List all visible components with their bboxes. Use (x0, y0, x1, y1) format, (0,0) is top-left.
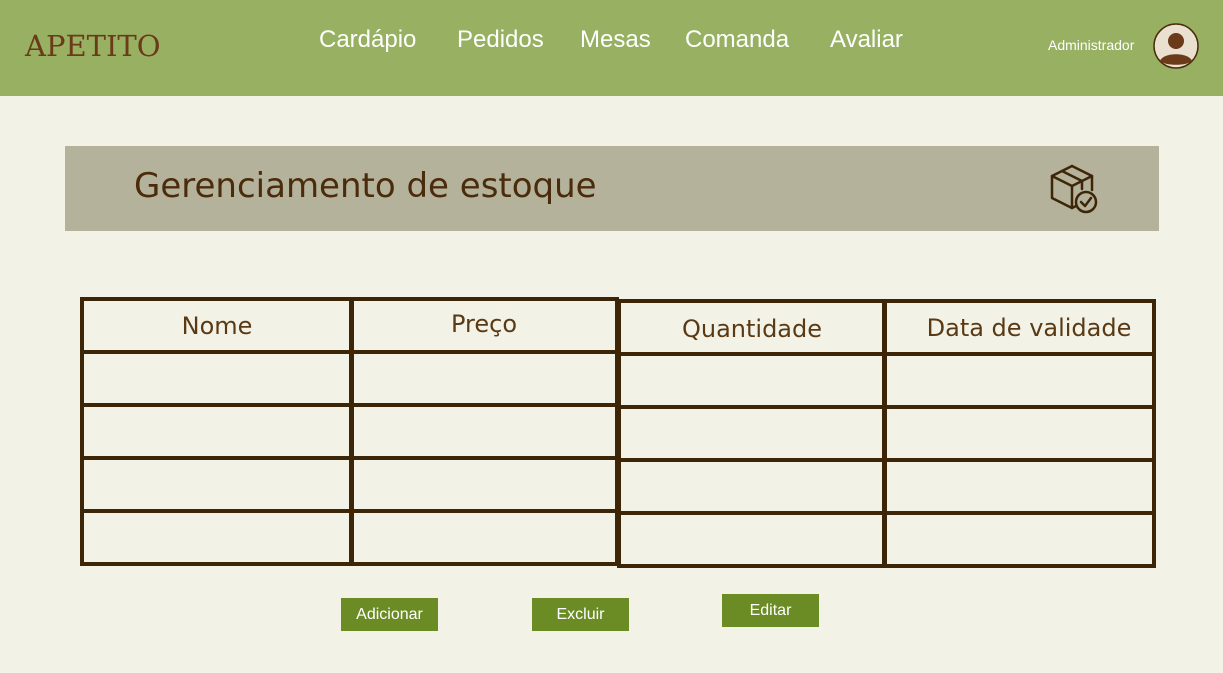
edit-button[interactable]: Editar (722, 594, 819, 627)
page-header-band: Gerenciamento de estoque (65, 146, 1159, 231)
user-role-label: Administrador (1048, 37, 1135, 53)
table-cell[interactable] (80, 456, 354, 513)
box-check-icon (1044, 160, 1100, 216)
table-cell[interactable] (349, 456, 619, 513)
table-cell[interactable] (882, 352, 1156, 409)
table-cell[interactable] (617, 458, 887, 515)
table-cell[interactable] (882, 405, 1156, 462)
nav-item-comanda[interactable]: Comanda (685, 25, 789, 55)
column-header-quantidade[interactable]: Quantidade (617, 299, 887, 356)
column-header-nome[interactable]: Nome (80, 297, 354, 354)
table-cell[interactable] (349, 509, 619, 566)
inventory-table: Nome Preço Quantidade Data de validade (80, 297, 1156, 568)
table-cell[interactable] (80, 509, 354, 566)
nav-item-cardapio[interactable]: Cardápio (319, 25, 416, 55)
table-cell[interactable] (80, 403, 354, 460)
add-button[interactable]: Adicionar (341, 598, 438, 631)
column-header-preco[interactable]: Preço (349, 297, 619, 354)
page-title: Gerenciamento de estoque (134, 166, 597, 206)
delete-button[interactable]: Excluir (532, 598, 629, 631)
column-header-data-validade[interactable]: Data de validade (882, 299, 1156, 356)
table-cell[interactable] (617, 405, 887, 462)
nav-item-pedidos[interactable]: Pedidos (457, 25, 544, 55)
table-cell[interactable] (617, 352, 887, 409)
brand-logo[interactable]: APETITO (25, 28, 161, 64)
table-cell[interactable] (349, 403, 619, 460)
top-navigation-bar: APETITO Cardápio Pedidos Mesas Comanda A… (0, 0, 1223, 96)
table-cell[interactable] (882, 458, 1156, 515)
table-cell[interactable] (617, 511, 887, 568)
table-cell[interactable] (80, 350, 354, 407)
nav-item-avaliar[interactable]: Avaliar (830, 25, 903, 55)
table-cell[interactable] (882, 511, 1156, 568)
user-avatar-icon[interactable] (1153, 23, 1199, 69)
nav-item-mesas[interactable]: Mesas (580, 25, 651, 55)
table-cell[interactable] (349, 350, 619, 407)
